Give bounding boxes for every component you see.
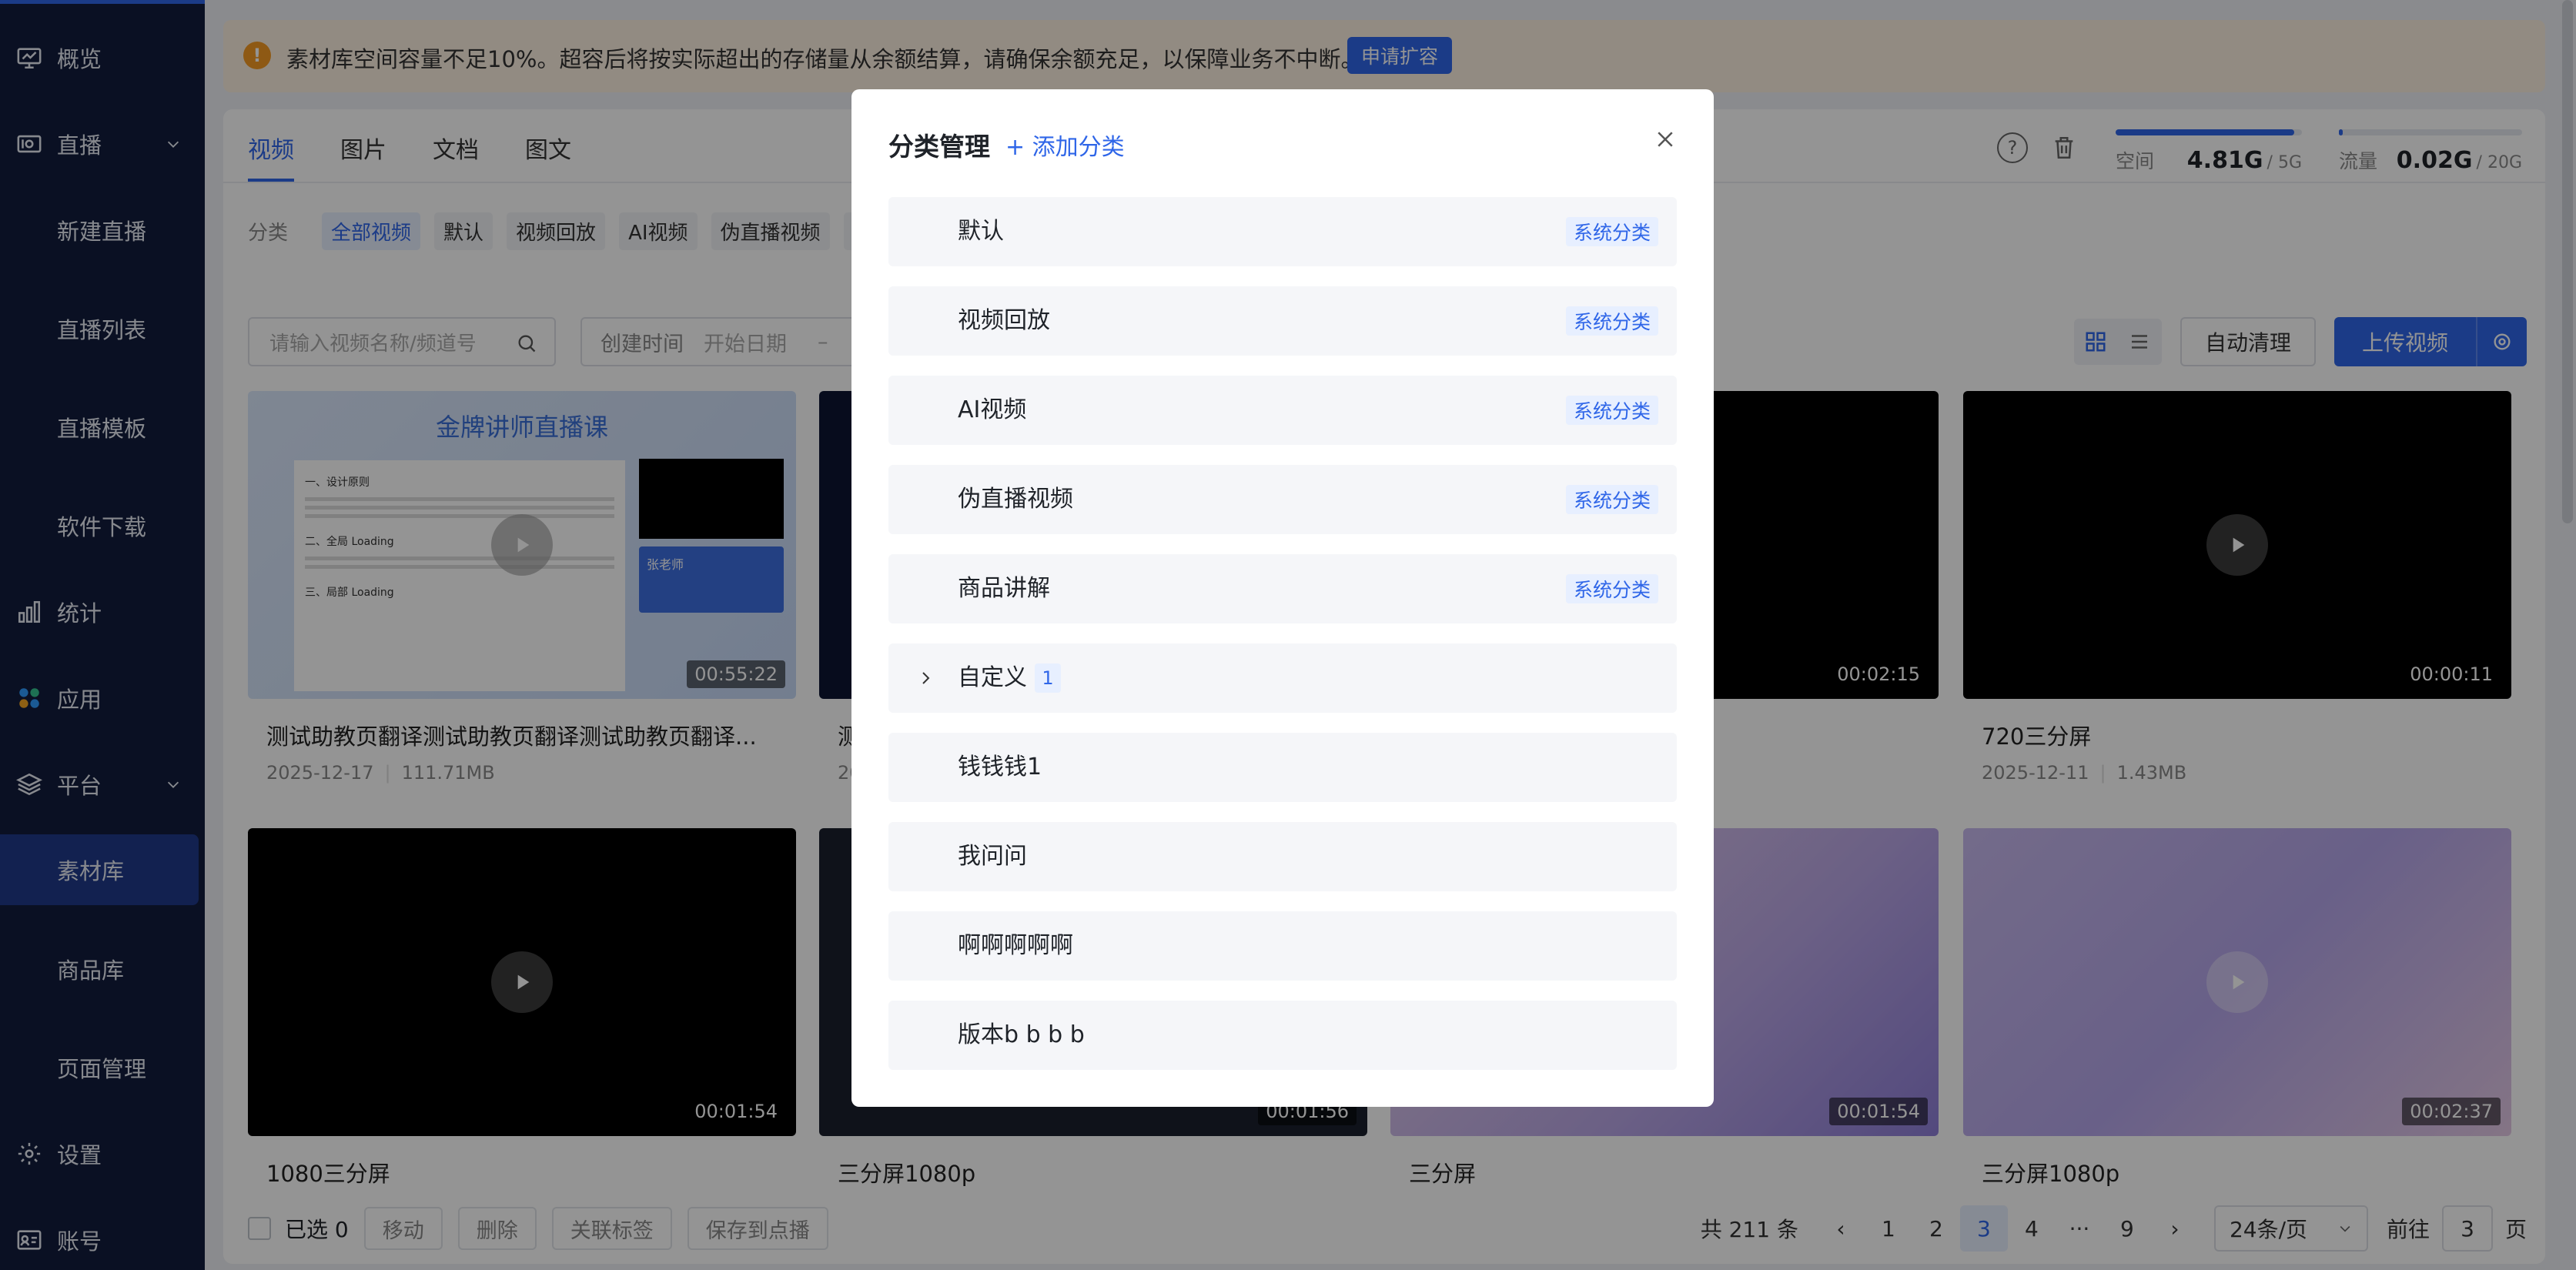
category-management-dialog: 分类管理 + 添加分类 默认 系统分类 视频回放 系统分类 AI视频 系统分类 … xyxy=(851,89,1714,1107)
category-name: 默认 xyxy=(958,218,1004,245)
dialog-title: 分类管理 xyxy=(888,132,990,162)
system-category-tag: 系统分类 xyxy=(1565,574,1658,603)
system-category-tag: 系统分类 xyxy=(1565,485,1658,514)
category-item[interactable]: 我问问 xyxy=(888,822,1677,891)
system-category-tag: 系统分类 xyxy=(1565,396,1658,425)
category-name: 自定义 xyxy=(958,664,1027,691)
category-name: 伪直播视频 xyxy=(958,486,1073,513)
category-name: 商品讲解 xyxy=(958,575,1050,602)
category-item-custom[interactable]: 自定义 1 xyxy=(888,643,1677,713)
close-icon[interactable] xyxy=(1654,128,1677,151)
category-name: 我问问 xyxy=(958,843,1027,870)
category-name: 视频回放 xyxy=(958,307,1050,334)
category-item[interactable]: 钱钱钱1 xyxy=(888,733,1677,802)
category-item[interactable]: AI视频 系统分类 xyxy=(888,376,1677,445)
category-item[interactable]: 默认 系统分类 xyxy=(888,197,1677,266)
category-item[interactable]: 啊啊啊啊啊 xyxy=(888,911,1677,981)
category-name: AI视频 xyxy=(958,396,1027,423)
category-name: 啊啊啊啊啊 xyxy=(958,932,1073,959)
system-category-tag: 系统分类 xyxy=(1565,217,1658,246)
system-category-tag: 系统分类 xyxy=(1565,306,1658,336)
chevron-right-icon[interactable] xyxy=(916,669,935,687)
category-item[interactable]: 视频回放 系统分类 xyxy=(888,286,1677,356)
add-category-button[interactable]: + 添加分类 xyxy=(1005,128,1125,162)
category-item[interactable]: 商品讲解 系统分类 xyxy=(888,554,1677,623)
category-name: 版本b b b b xyxy=(958,1021,1085,1048)
category-count-badge: 1 xyxy=(1035,663,1061,693)
category-item[interactable]: 版本b b b b xyxy=(888,1001,1677,1070)
category-item[interactable]: 伪直播视频 系统分类 xyxy=(888,465,1677,534)
category-name: 钱钱钱1 xyxy=(958,754,1042,780)
